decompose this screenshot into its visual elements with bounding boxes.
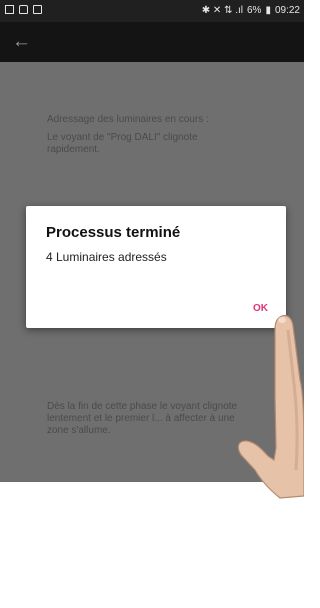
ok-button[interactable]: OK [249,301,272,316]
clock: 09:22 [274,5,300,16]
instruction-block: Adressage des luminaires en cours : Le v… [47,114,247,162]
instruction-line: Dès la fin de cette phase le voyant clig… [47,401,238,436]
connectivity-indicators: ✱ ✕ ⇅ .ıl [201,5,243,16]
completion-dialog: Processus terminé 4 Luminaires adressés … [26,206,286,328]
notification-icons [5,5,42,14]
instruction-line: Le voyant de "Prog DALI" clignote rapide… [47,132,198,155]
back-arrow-icon[interactable]: ← [12,31,34,53]
instruction-line: Adressage des luminaires en cours : [47,114,209,125]
dialog-title: Processus terminé [46,224,181,241]
image-icon [5,5,14,14]
instruction-block-bottom: Dès la fin de cette phase le voyant clig… [47,401,257,443]
dialog-message: 4 Luminaires adressés [46,250,167,264]
cast-icon [33,5,42,14]
bag-icon [19,5,28,14]
app-bar: ← [0,22,304,62]
battery-level: 6% [247,5,262,16]
system-indicators: ✱ ✕ ⇅ .ıl 6% ▮ 09:22 [202,5,300,16]
status-bar: ✱ ✕ ⇅ .ıl 6% ▮ 09:22 [0,0,304,22]
battery-icon: ▮ [265,5,271,16]
